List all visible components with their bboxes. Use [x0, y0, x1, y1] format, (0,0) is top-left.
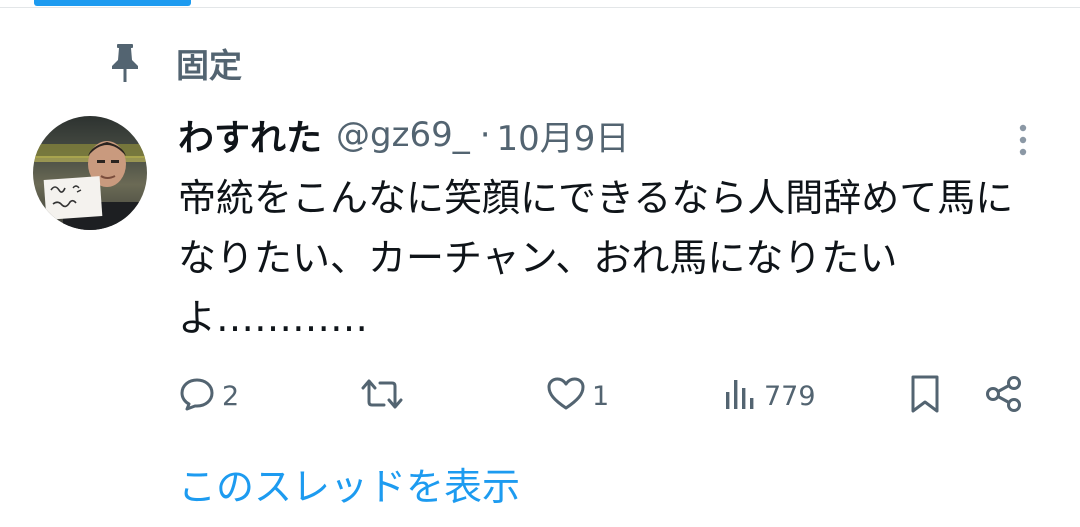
reply-icon [178, 376, 216, 416]
more-icon[interactable] [1008, 120, 1038, 160]
pin-icon [110, 43, 140, 83]
like-icon [546, 376, 586, 416]
views-icon [724, 376, 758, 416]
tweet-timestamp[interactable]: 10月9日 [497, 111, 630, 160]
bookmark-button[interactable] [908, 372, 942, 420]
view-count: 779 [764, 380, 816, 412]
share-icon [984, 374, 1024, 418]
tweet-header: わすれた @gz69_ · 10月9日 [178, 108, 629, 162]
bookmark-icon [908, 374, 942, 418]
tweet-text: 帝統をこんなに笑顔にできるなら人間辞めて馬になりたい、カーチャン、おれ馬になりた… [178, 176, 1014, 340]
top-divider [0, 7, 1080, 8]
like-button[interactable]: 1 [546, 372, 609, 420]
separator-dot: · [479, 115, 491, 155]
reply-button[interactable]: 2 [178, 372, 239, 420]
share-button[interactable] [984, 372, 1024, 420]
display-name[interactable]: わすれた [178, 109, 322, 161]
profile-tab-indicator [34, 0, 191, 6]
retweet-button[interactable] [360, 372, 410, 420]
show-thread-link[interactable]: このスレッドを表示 [178, 456, 520, 511]
retweet-icon [360, 376, 404, 416]
like-count: 1 [592, 380, 610, 412]
user-handle[interactable]: @gz69_ [336, 115, 470, 155]
reply-count: 2 [222, 380, 240, 412]
views-button[interactable]: 779 [724, 372, 816, 420]
pinned-indicator: 固定 [110, 38, 242, 88]
pinned-label: 固定 [176, 46, 242, 85]
avatar[interactable] [33, 116, 147, 230]
